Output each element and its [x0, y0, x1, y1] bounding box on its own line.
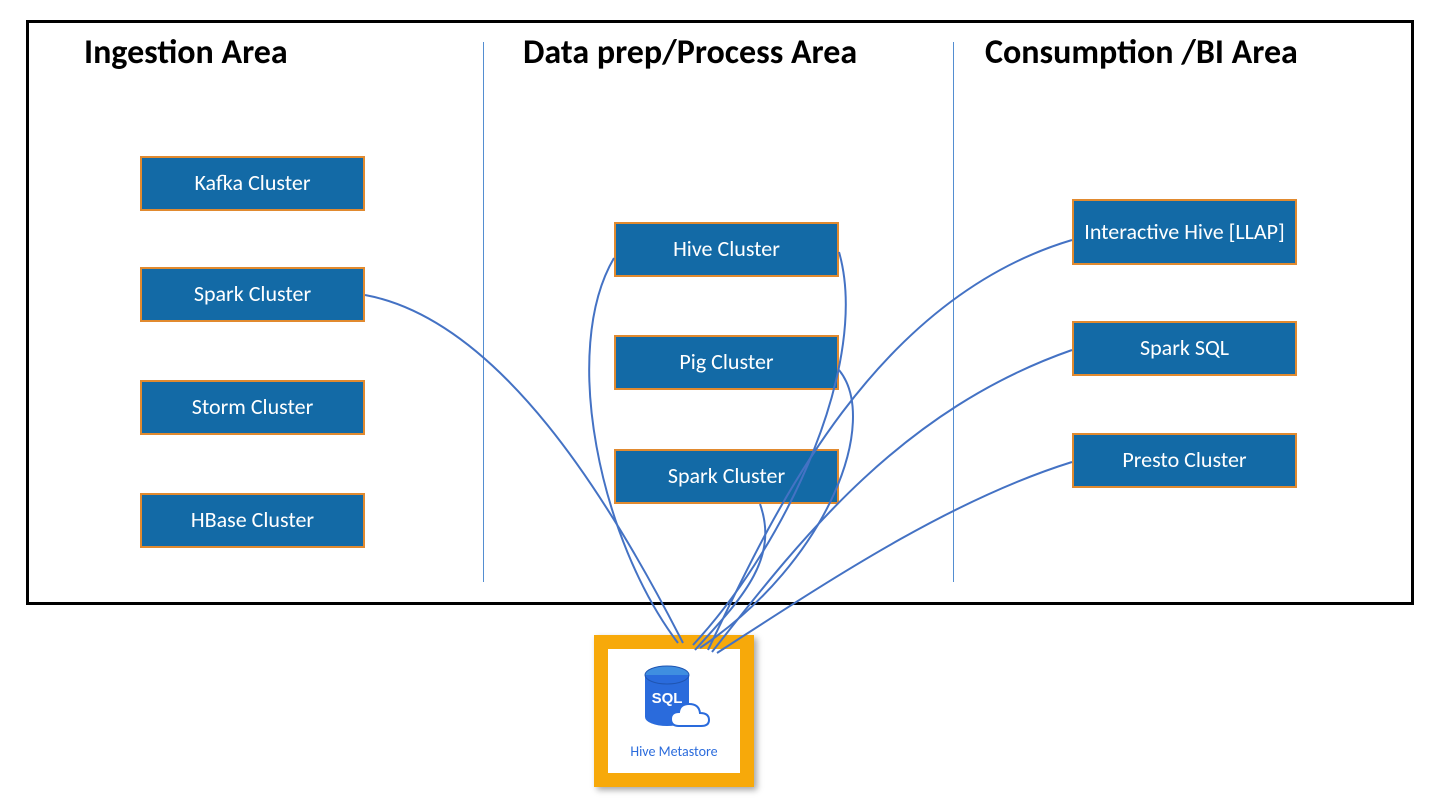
- box-pig-cluster: Pig Cluster: [614, 335, 839, 390]
- box-hive-cluster: Hive Cluster: [614, 222, 839, 277]
- column-title-ingestion: Ingestion Area: [84, 32, 288, 73]
- box-spark-cluster-process: Spark Cluster: [614, 449, 839, 504]
- divider-left: [483, 42, 484, 582]
- box-presto-cluster: Presto Cluster: [1072, 433, 1297, 488]
- box-hbase-cluster: HBase Cluster: [140, 493, 365, 548]
- hive-metastore: SQL Hive Metastore: [594, 635, 754, 787]
- divider-right: [953, 42, 954, 582]
- box-kafka-cluster: Kafka Cluster: [140, 156, 365, 211]
- box-spark-sql: Spark SQL: [1072, 321, 1297, 376]
- column-title-process: Data prep/Process Area: [523, 32, 857, 73]
- svg-text:SQL: SQL: [652, 690, 683, 707]
- box-storm-cluster: Storm Cluster: [140, 380, 365, 435]
- column-title-consume: Consumption /BI Area: [985, 32, 1298, 73]
- box-interactive-hive-llap: Interactive Hive [LLAP]: [1072, 199, 1297, 265]
- sql-database-icon: SQL: [633, 663, 715, 741]
- hive-metastore-label: Hive Metastore: [630, 743, 717, 760]
- box-spark-cluster-ingest: Spark Cluster: [140, 267, 365, 322]
